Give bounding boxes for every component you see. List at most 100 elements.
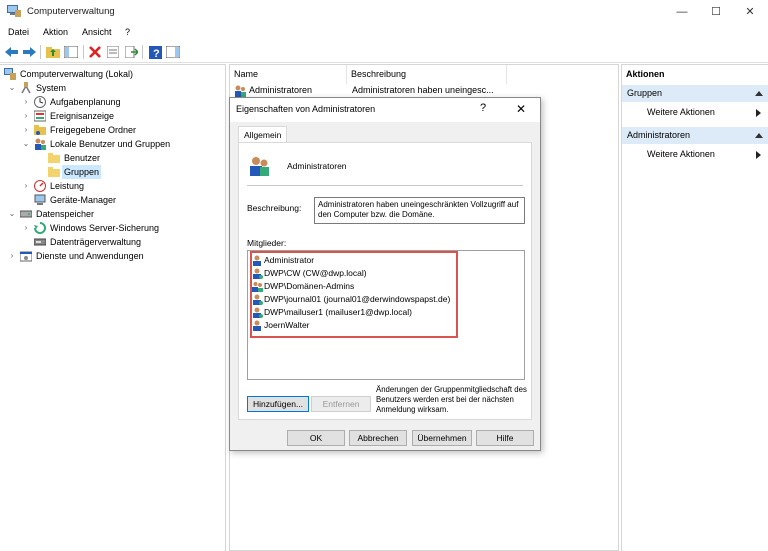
menu-ansicht[interactable]: Ansicht (82, 27, 112, 37)
tree-item-system[interactable]: ⌄ System (3, 81, 223, 95)
chevron-down-icon[interactable]: ⌄ (8, 81, 16, 95)
domain-user-icon (253, 268, 263, 279)
tree-item-ereignisanzeige[interactable]: › Ereignisanzeige (3, 109, 223, 123)
tree-item-aufgabenplanung[interactable]: › Aufgabenplanung (3, 95, 223, 109)
chevron-right-icon[interactable]: › (8, 249, 16, 263)
tab-panel-allgemein: Administratoren Beschreibung: Administra… (238, 142, 532, 420)
services-icon (20, 251, 32, 262)
toolbar: ? (0, 41, 768, 63)
chevron-right-icon[interactable]: › (22, 221, 30, 235)
tree-item-datentraegerverwaltung[interactable]: Datenträgerverwaltung (3, 235, 223, 249)
device-manager-icon (34, 194, 46, 205)
chevron-right-icon[interactable]: › (22, 179, 30, 193)
ok-button[interactable]: OK (287, 430, 345, 446)
collapse-icon[interactable] (755, 133, 763, 138)
delete-icon[interactable] (87, 44, 103, 60)
dialog-help-button[interactable]: ? (480, 102, 486, 114)
console-tree: Computerverwaltung (Lokal) ⌄ System › Au… (0, 64, 226, 551)
group-icon (235, 85, 246, 97)
properties-icon[interactable] (105, 44, 121, 60)
column-header-name[interactable]: Name (230, 65, 347, 84)
dialog-close-button[interactable]: ✕ (516, 102, 526, 116)
chevron-right-icon[interactable]: › (22, 95, 30, 109)
dialog-title: Eigenschaften von Administratoren (236, 104, 376, 114)
tree-item-root[interactable]: Computerverwaltung (Lokal) (3, 67, 223, 81)
up-folder-icon[interactable] (45, 44, 61, 60)
domain-group-icon (252, 282, 263, 292)
actions-header: Aktionen (626, 69, 665, 79)
menu-aktion[interactable]: Aktion (43, 27, 68, 37)
group-name: Administratoren (287, 161, 347, 171)
action-weitere-aktionen-administratoren[interactable]: Weitere Aktionen (622, 146, 768, 163)
domain-user-icon (253, 294, 263, 305)
submenu-arrow-icon (756, 151, 761, 159)
chevron-right-icon[interactable]: › (22, 109, 30, 123)
menu-bar: Datei Aktion Ansicht ? (0, 24, 768, 41)
tree-item-lokale-benutzer[interactable]: ⌄ Lokale Benutzer und Gruppen (3, 137, 223, 151)
domain-user-icon (253, 307, 263, 318)
event-viewer-icon (34, 110, 46, 122)
storage-icon (20, 210, 32, 218)
properties-dialog: Eigenschaften von Administratoren ? ✕ Al… (229, 97, 541, 451)
tree-item-datenspeicher[interactable]: ⌄ Datenspeicher (3, 207, 223, 221)
menu-datei[interactable]: Datei (8, 27, 29, 37)
action-pane-icon[interactable] (165, 44, 181, 60)
add-button[interactable]: Hinzufügen... (247, 396, 309, 412)
submenu-arrow-icon (756, 109, 761, 117)
tree-item-dienste[interactable]: › Dienste und Anwendungen (3, 249, 223, 263)
system-tools-icon (21, 82, 31, 94)
computer-management-icon (4, 68, 16, 80)
actions-section-gruppen[interactable]: Gruppen (622, 85, 768, 102)
apply-button[interactable]: Übernehmen (412, 430, 472, 446)
menu-help[interactable]: ? (125, 27, 130, 37)
tree-item-windows-server-sicherung[interactable]: › Windows Server-Sicherung (3, 221, 223, 235)
chevron-right-icon[interactable]: › (22, 123, 30, 137)
actions-pane: Aktionen Gruppen Weitere Aktionen Admini… (621, 64, 768, 551)
user-icon (253, 255, 261, 266)
collapse-icon[interactable] (755, 91, 763, 96)
list-item-administratoren[interactable]: Administratoren Administratoren haben un… (230, 84, 618, 98)
dialog-title-bar: Eigenschaften von Administratoren ? ✕ (230, 98, 540, 122)
members-list[interactable]: Administrator DWP\CW (CW@dwp.local) DWP\… (247, 250, 525, 380)
disk-management-icon (34, 238, 46, 246)
performance-icon (34, 180, 46, 192)
column-header-beschreibung[interactable]: Beschreibung (347, 65, 507, 84)
export-list-icon[interactable] (123, 44, 139, 60)
maximize-button[interactable]: ☐ (699, 0, 733, 24)
tree-item-freigegebene-ordner[interactable]: › Freigegebene Ordner (3, 123, 223, 137)
console-tree-icon[interactable] (63, 44, 79, 60)
separator (247, 185, 523, 186)
actions-section-administratoren[interactable]: Administratoren (622, 127, 768, 144)
chevron-down-icon[interactable]: ⌄ (22, 137, 30, 151)
tab-allgemein[interactable]: Allgemein (238, 126, 288, 143)
cancel-button[interactable]: Abbrechen (349, 430, 407, 446)
forward-icon[interactable] (21, 44, 37, 60)
help-icon[interactable]: ? (147, 44, 163, 60)
tree-item-benutzer[interactable]: Benutzer (3, 151, 223, 165)
minimize-button[interactable]: — (665, 0, 699, 24)
description-field[interactable]: Administratoren haben uneingeschränkten … (314, 197, 525, 224)
backup-icon (34, 222, 46, 234)
tree-item-leistung[interactable]: › Leistung (3, 179, 223, 193)
clock-icon (34, 96, 46, 108)
users-groups-icon (35, 138, 46, 150)
folder-icon (48, 153, 60, 163)
tree-item-geraete-manager[interactable]: Geräte-Manager (3, 193, 223, 207)
chevron-down-icon[interactable]: ⌄ (8, 207, 16, 221)
folder-icon (48, 167, 60, 177)
close-button[interactable]: ✕ (733, 0, 767, 24)
membership-note: Änderungen der Gruppenmitgliedschaft des… (376, 385, 527, 414)
title-bar: Computerverwaltung — ☐ ✕ (0, 0, 768, 24)
description-label: Beschreibung: (247, 203, 302, 213)
help-button[interactable]: Hilfe (476, 430, 534, 446)
svg-text:?: ? (153, 48, 160, 59)
back-icon[interactable] (4, 44, 20, 60)
shared-folder-icon (34, 125, 46, 135)
action-weitere-aktionen-gruppen[interactable]: Weitere Aktionen (622, 104, 768, 121)
group-large-icon (250, 157, 269, 176)
tree-item-gruppen[interactable]: Gruppen (3, 165, 223, 179)
members-label: Mitglieder: (247, 238, 287, 248)
computer-management-icon (7, 5, 21, 17)
window-title: Computerverwaltung (27, 6, 115, 17)
remove-button[interactable]: Entfernen (311, 396, 371, 412)
